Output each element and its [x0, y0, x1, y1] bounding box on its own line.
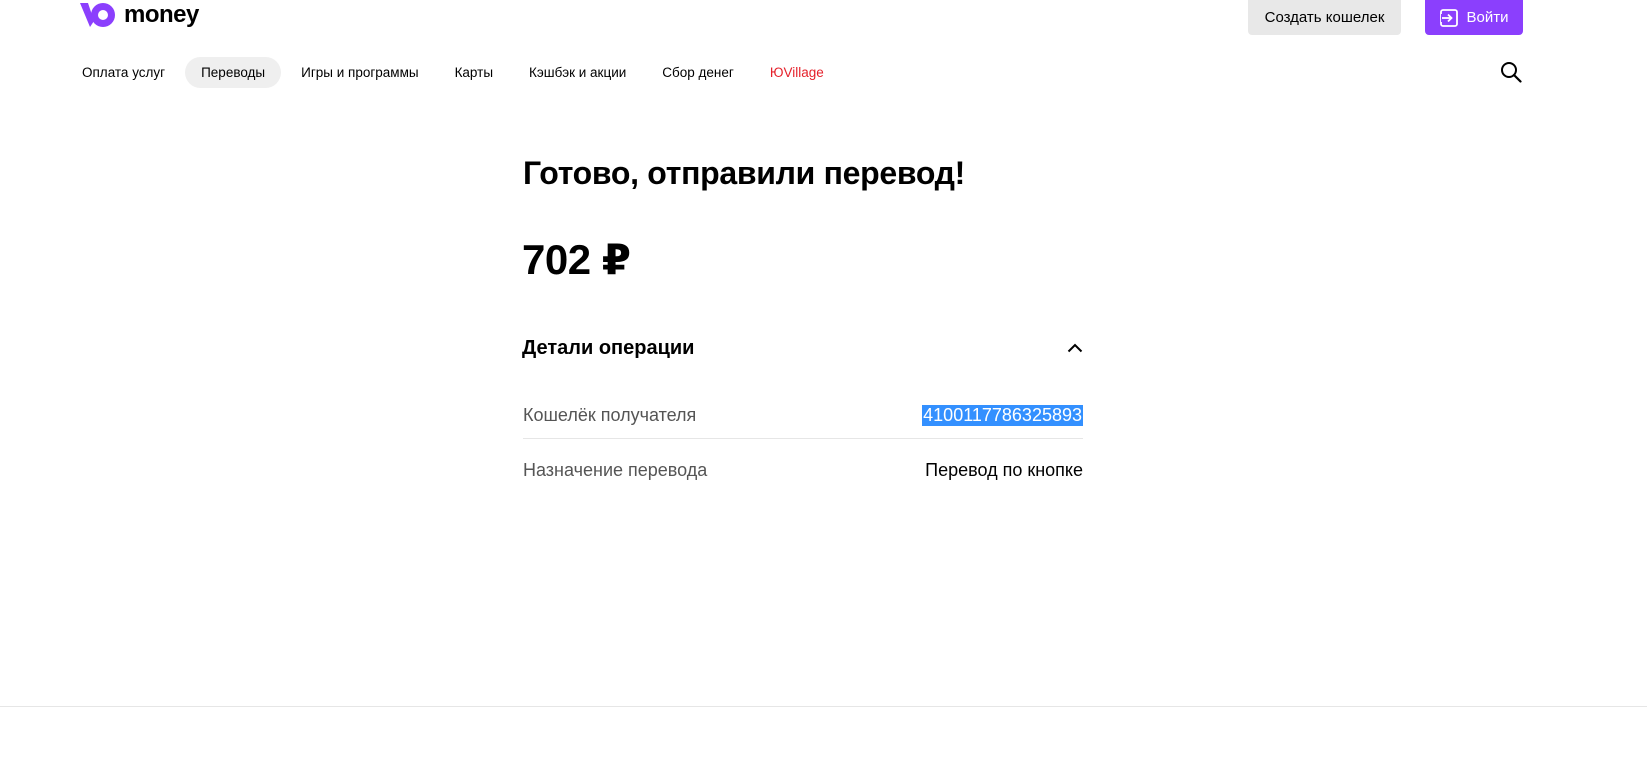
details-title: Детали операции	[522, 336, 695, 359]
detail-row-recipient-wallet: Кошелёк получателя 4100117786325893	[523, 392, 1083, 439]
nav-item-fundraising[interactable]: Сбор денег	[646, 57, 750, 88]
nav-item-payments[interactable]: Оплата услуг	[66, 57, 181, 88]
transfer-amount: 702 ₽	[522, 236, 631, 283]
nav-item-games[interactable]: Игры и программы	[285, 57, 434, 88]
nav-item-transfers[interactable]: Переводы	[185, 56, 282, 88]
detail-label: Кошелёк получателя	[523, 404, 697, 425]
login-icon	[1439, 8, 1458, 27]
login-label: Войти	[1466, 9, 1509, 26]
chevron-up-icon	[1067, 343, 1083, 353]
create-wallet-label: Создать кошелек	[1264, 9, 1385, 26]
create-wallet-button[interactable]: Создать кошелек	[1248, 0, 1401, 35]
nav-item-cards[interactable]: Карты	[439, 57, 509, 88]
detail-row-purpose: Назначение перевода Перевод по кнопке	[523, 450, 1083, 490]
detail-label: Назначение перевода	[523, 459, 708, 480]
page: money Создать кошелек Войти Оплата услуг…	[0, 0, 1647, 762]
footer-divider	[0, 706, 1647, 707]
nav-item-uvillage[interactable]: ЮVillage	[754, 57, 840, 88]
logo-icon	[80, 3, 115, 27]
page-title: Готово, отправили перевод!	[523, 155, 966, 191]
nav-item-cashback[interactable]: Кэшбэк и акции	[513, 57, 642, 88]
logo[interactable]: money	[80, 0, 199, 30]
main-nav: Оплата услуг Переводы Игры и программы К…	[66, 54, 844, 90]
recipient-wallet-value[interactable]: 4100117786325893	[922, 404, 1083, 426]
logo-text: money	[124, 1, 199, 28]
search-icon[interactable]	[1500, 61, 1522, 83]
login-button[interactable]: Войти	[1425, 0, 1523, 35]
purpose-value: Перевод по кнопке	[925, 459, 1083, 480]
details-toggle[interactable]: Детали операции	[522, 330, 1083, 366]
